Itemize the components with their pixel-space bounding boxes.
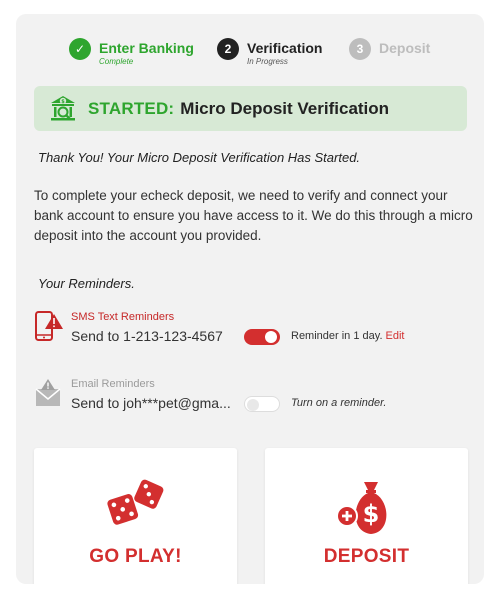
step-deposit: 3 Deposit [349,38,430,60]
money-bag-plus-icon: $ [335,482,386,534]
sms-send-to: Send to 1-213-123-4567 [71,328,223,344]
sms-reminder-note: Reminder in 1 day. Edit [291,330,404,342]
deposit-card[interactable]: $ DEPOSIT [265,448,468,584]
progress-stepper: ✓ Enter Banking Complete 2 Verification … [16,38,484,78]
bank-search-icon: $ [51,95,75,120]
sms-note-text: Reminder in 1 day. [291,330,383,342]
email-reminder-toggle[interactable] [244,396,280,412]
go-play-label: GO PLAY! [89,546,182,567]
deposit-label: DEPOSIT [323,546,410,567]
banner-status-label: STARTED: [88,98,175,118]
reminders-heading: Your Reminders. [38,276,135,291]
email-reminder-row: Email Reminders Send to joh***pet@gma...… [34,377,474,417]
sms-reminder-label: SMS Text Reminders [71,311,175,323]
step-status: Complete [99,57,134,66]
description-text: To complete your echeck deposit, we need… [34,188,473,243]
check-icon: ✓ [69,38,91,60]
step-enter-banking: ✓ Enter Banking Complete [69,38,194,66]
dice-icon [106,479,163,525]
sms-reminder-row: SMS Text Reminders Send to 1-213-123-456… [34,310,474,350]
status-banner: $ STARTED: Micro Deposit Verification [34,86,467,131]
toggle-knob [247,399,259,411]
phone-alert-icon [35,311,63,341]
step-title: Enter Banking [99,40,194,56]
banner-title: Micro Deposit Verification [180,98,390,118]
email-reminder-label: Email Reminders [71,378,155,390]
email-send-to: Send to joh***pet@gma... [71,395,231,411]
sms-reminder-toggle[interactable] [244,329,280,345]
step-title: Deposit [379,40,431,56]
edit-reminder-link[interactable]: Edit [386,330,405,342]
step-number: 3 [349,38,371,60]
go-play-card[interactable]: GO PLAY! [34,448,237,584]
thank-you-message: Thank You! Your Micro Deposit Verificati… [38,150,361,165]
step-status: In Progress [247,57,288,66]
email-reminder-note: Turn on a reminder. [291,397,387,409]
step-number: 2 [217,38,239,60]
email-alert-icon [35,379,61,406]
verification-panel: ✓ Enter Banking Complete 2 Verification … [16,14,484,584]
step-title: Verification [247,40,323,56]
step-verification: 2 Verification In Progress [217,38,322,66]
toggle-knob [265,331,277,343]
svg-text:$: $ [362,500,379,528]
